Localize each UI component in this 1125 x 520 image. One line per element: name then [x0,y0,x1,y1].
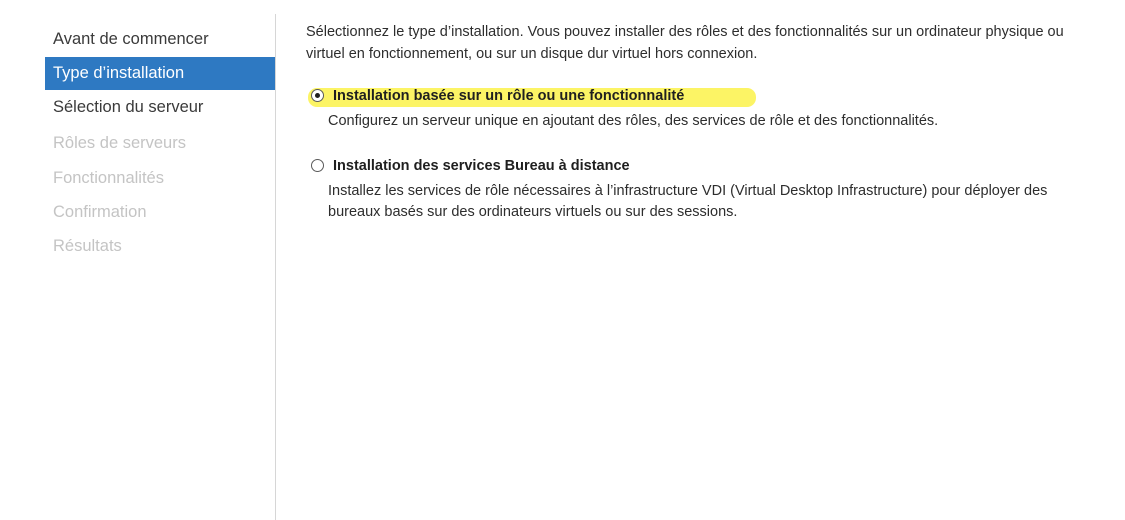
wizard-steps-nav: Avant de commencer Type d’installation S… [0,0,276,520]
nav-item-roles-serveurs: Rôles de serveurs [53,134,186,152]
option-title[interactable]: Installation basée sur un rôle ou une fo… [333,86,684,106]
sidebar-divider [275,14,276,520]
nav-item-type-installation[interactable]: Type d’installation [45,57,275,90]
radio-button-unselected[interactable] [311,159,324,172]
intro-text: Sélectionnez le type d’installation. Vou… [306,24,1064,62]
option-description: Configurez un serveur unique en ajoutant… [328,113,939,129]
nav-item-resultats: Résultats [53,237,122,255]
main-content: Sélectionnez le type d’installation. Vou… [306,0,1106,520]
add-roles-wizard: Avant de commencer Type d’installation S… [0,0,1125,520]
radio-button-selected[interactable] [311,89,324,102]
option-description: Installez les services de rôle nécessair… [328,183,1048,220]
nav-item-avant-de-commencer[interactable]: Avant de commencer [45,23,275,56]
nav-item-selection-serveur[interactable]: Sélection du serveur [45,91,275,124]
option-title[interactable]: Installation des services Bureau à dista… [333,156,630,176]
nav-item-confirmation: Confirmation [53,203,147,221]
nav-item-fonctionnalites: Fonctionnalités [53,169,164,187]
